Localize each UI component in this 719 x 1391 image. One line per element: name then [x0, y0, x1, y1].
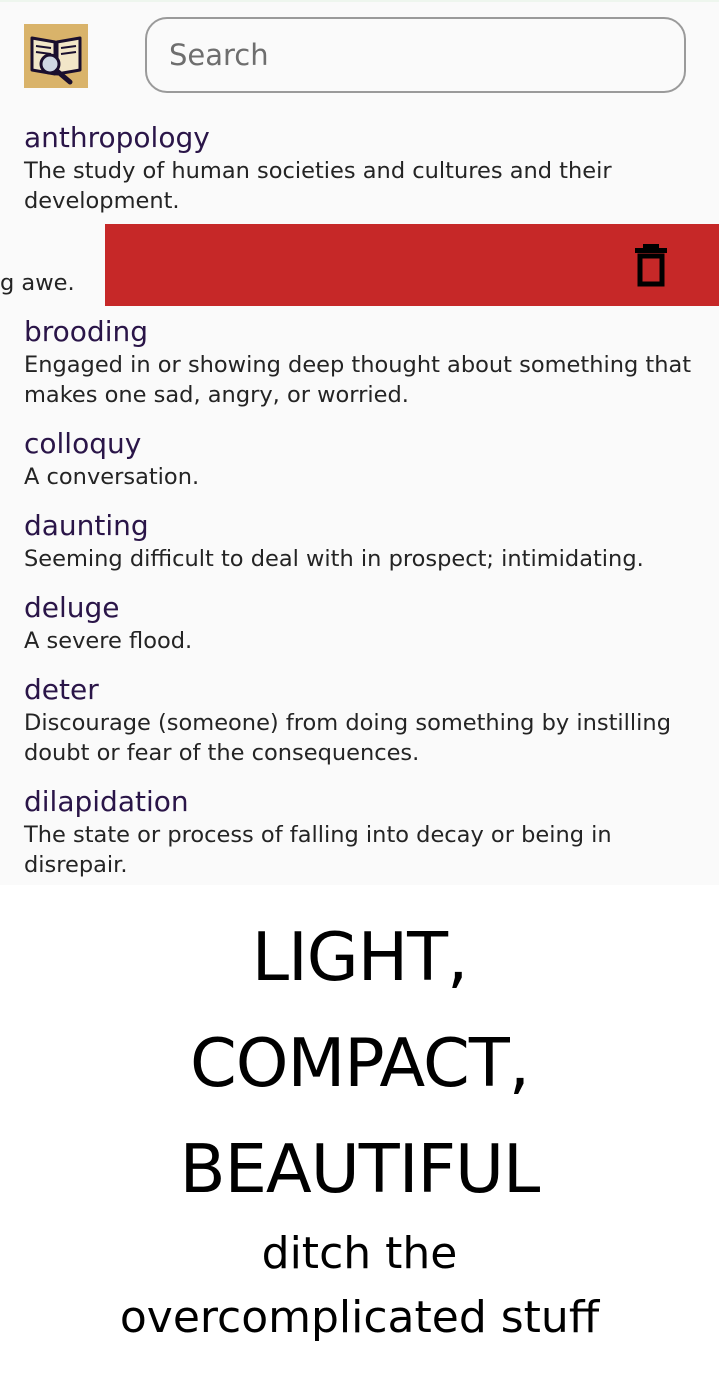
entry-definition: Engaged in or showing deep thought about…	[24, 352, 692, 408]
trash-icon[interactable]	[631, 242, 671, 288]
list-item[interactable]: brooding Engaged in or showing deep thou…	[24, 316, 714, 410]
promo-tagline-line: ditch the	[261, 1228, 458, 1279]
entry-word: daunting	[24, 509, 149, 542]
promo-headline-line: COMPACT,	[189, 1024, 530, 1102]
entry-definition: The state or process of falling into dec…	[24, 822, 612, 878]
entry-definition: The study of human societies and culture…	[24, 158, 612, 214]
swiped-entry-text: g awe.	[0, 270, 75, 296]
book-magnifier-icon[interactable]	[24, 24, 88, 88]
list-item[interactable]: dilapidation The state or process of fal…	[24, 786, 714, 880]
swipe-delete-background[interactable]	[105, 224, 719, 306]
app-screen: anthropology The study of human societie…	[0, 0, 719, 885]
list-item[interactable]: daunting Seeming difficult to deal with …	[24, 510, 714, 574]
promo-tagline-line: overcomplicated stuff	[119, 1292, 600, 1343]
entry-word: colloquy	[24, 427, 142, 460]
entry-word: anthropology	[24, 121, 210, 154]
search-field[interactable]	[145, 17, 686, 93]
promo-headline-line: BEAUTIFUL	[179, 1130, 541, 1208]
entry-definition: A conversation.	[24, 464, 200, 490]
list-item[interactable]: deter Discourage (someone) from doing so…	[24, 674, 714, 768]
promo-headline-line: LIGHT,	[251, 918, 469, 996]
status-divider	[0, 0, 719, 2]
list-item[interactable]: anthropology The study of human societie…	[24, 122, 714, 216]
entry-word: brooding	[24, 315, 149, 348]
list-item[interactable]: colloquy A conversation.	[24, 428, 714, 492]
search-input[interactable]	[169, 33, 659, 77]
entry-word: dilapidation	[24, 785, 189, 818]
entry-definition: Discourage (someone) from doing somethin…	[24, 710, 671, 766]
entry-word: deluge	[24, 591, 120, 624]
entry-word: deter	[24, 673, 99, 706]
entry-definition: A severe flood.	[24, 628, 193, 654]
promo-banner: LIGHT, COMPACT, BEAUTIFUL ditch the over…	[0, 885, 719, 1391]
list-item[interactable]: deluge A severe flood.	[24, 592, 714, 656]
entry-definition: Seeming difficult to deal with in prospe…	[24, 546, 644, 572]
